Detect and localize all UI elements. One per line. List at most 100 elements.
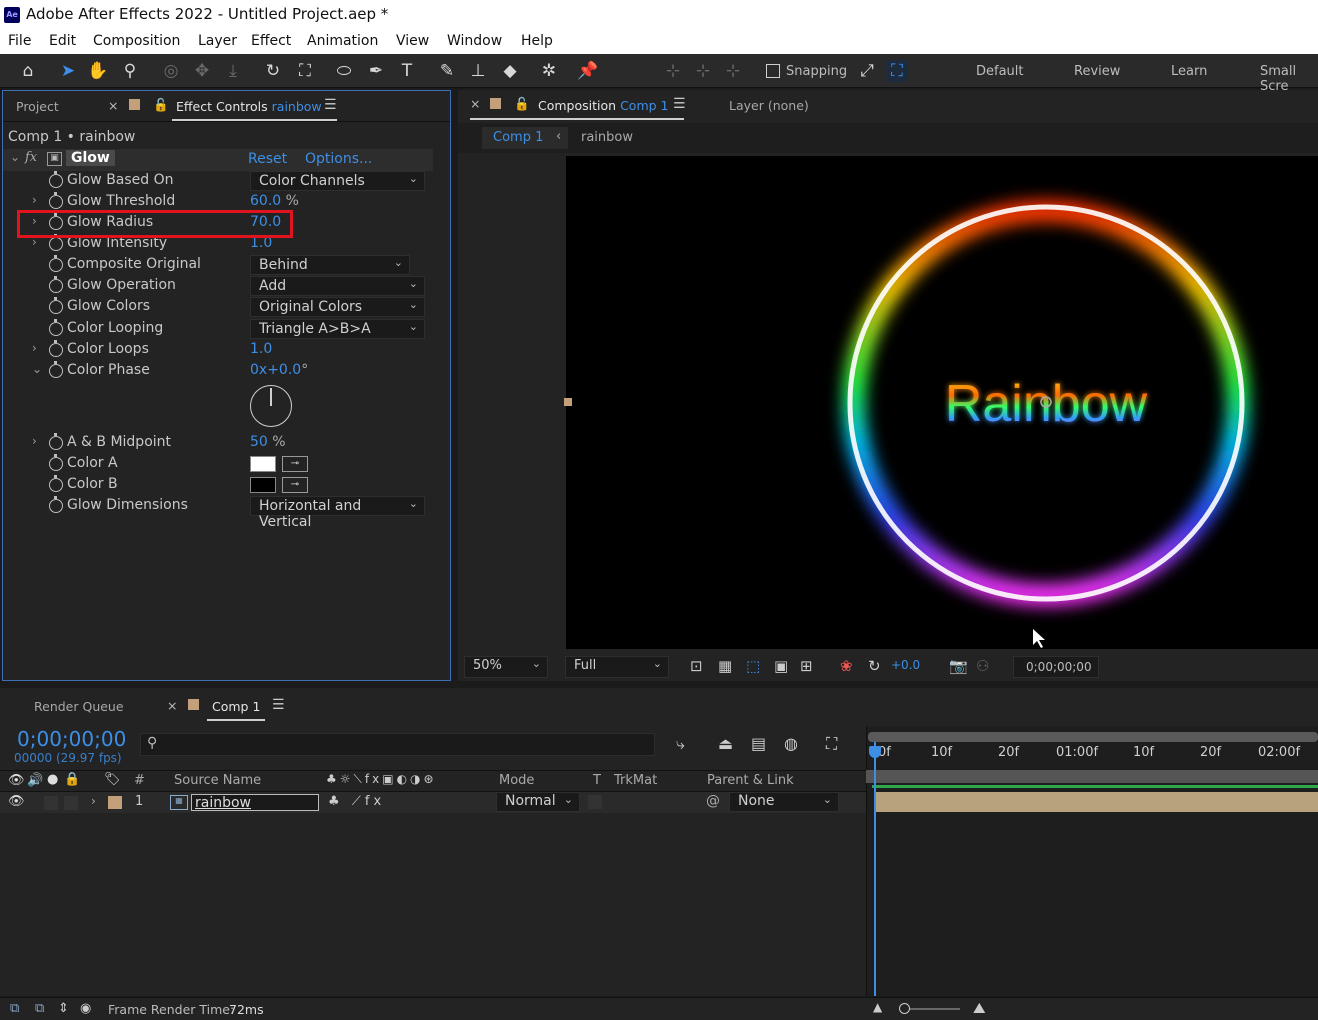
parent-dropdown[interactable]: None ⌄ xyxy=(729,792,839,812)
blend-mode-dropdown[interactable]: Normal ⌄ xyxy=(496,792,580,812)
column-source-name[interactable]: Source Name xyxy=(174,773,261,788)
fx-icon[interactable]: fx xyxy=(25,150,37,165)
close-icon[interactable]: × xyxy=(167,698,177,713)
eye-icon[interactable]: 👁 xyxy=(8,794,25,809)
glow-based-on-dropdown[interactable]: Color Channels ⌄ xyxy=(250,171,425,191)
breadcrumb-comp1[interactable]: Comp 1 ‹ xyxy=(482,127,568,149)
frame-blending-icon[interactable]: ▤ xyxy=(751,734,766,753)
color-looping-dropdown[interactable]: Triangle A>B>A ⌄ xyxy=(250,319,425,339)
snapping-checkbox[interactable] xyxy=(766,64,780,78)
stopwatch-icon[interactable] xyxy=(49,192,63,209)
hand-tool-icon[interactable]: ✋ xyxy=(87,60,109,82)
stopwatch-icon[interactable] xyxy=(49,276,63,293)
tab-layer[interactable]: Layer (none) xyxy=(729,98,809,113)
menu-animation[interactable]: Animation xyxy=(307,33,378,49)
mask-visibility-icon[interactable]: ⬚ xyxy=(746,657,760,675)
chevron-right-icon[interactable]: › xyxy=(32,193,37,207)
stopwatch-icon[interactable] xyxy=(49,496,63,513)
home-icon[interactable]: ⌂ xyxy=(17,60,39,82)
shy-layers-icon[interactable]: ⏏ xyxy=(718,734,733,753)
workspace-default[interactable]: Default xyxy=(976,64,1024,79)
chevron-down-icon[interactable]: ⌄ xyxy=(10,150,20,164)
options-link[interactable]: Options... xyxy=(305,151,372,167)
layer-handle[interactable] xyxy=(564,398,572,406)
world-axis-icon[interactable]: ⊹ xyxy=(692,60,714,82)
composition-flowchart-icon[interactable]: ⤷ xyxy=(676,734,685,754)
zoom-dropdown[interactable]: 50% ⌄ xyxy=(464,656,548,678)
stopwatch-icon[interactable] xyxy=(49,319,63,336)
tab-render-queue[interactable]: Render Queue xyxy=(34,699,124,714)
stopwatch-icon[interactable] xyxy=(49,475,63,492)
tab-composition[interactable]: Composition Comp 1 xyxy=(538,98,668,113)
chevron-right-icon[interactable]: › xyxy=(32,434,37,448)
layer-row[interactable]: 👁 › 1 ▦ rainbow ♣ ⟋fx Normal ⌄ @ None ⌄ xyxy=(0,792,866,813)
layer-duration-bar[interactable] xyxy=(876,792,1318,812)
color-phase-value[interactable]: 0x+0.0° xyxy=(250,362,308,378)
close-icon[interactable]: × xyxy=(470,96,480,111)
menu-edit[interactable]: Edit xyxy=(49,33,76,49)
panel-menu-icon[interactable]: ☰ xyxy=(272,697,285,713)
layer-switches-toggle-icon[interactable]: ⧉ xyxy=(10,1001,19,1016)
color-channels-icon[interactable]: ❀ xyxy=(840,657,853,675)
exposure-value[interactable]: +0.0 xyxy=(891,658,920,672)
panel-menu-icon[interactable]: ☰ xyxy=(324,97,337,113)
zoom-slider-thumb[interactable] xyxy=(899,1003,910,1014)
layer-switches[interactable]: ♣ ⟋fx xyxy=(328,794,385,809)
solo-icon[interactable]: ● xyxy=(47,772,58,787)
view-axis-icon[interactable]: ⊹ xyxy=(722,60,744,82)
pen-tool-icon[interactable]: ✒ xyxy=(365,60,387,82)
local-axis-icon[interactable]: ⊹ xyxy=(662,60,684,82)
panel-menu-icon[interactable]: ☰ xyxy=(673,96,686,112)
color-b-swatch[interactable] xyxy=(250,477,276,493)
menu-view[interactable]: View xyxy=(396,33,429,49)
lock-icon[interactable]: 🔓 xyxy=(153,97,169,113)
workspace-review[interactable]: Review xyxy=(1074,64,1120,79)
label-tag-icon[interactable]: 🏷 xyxy=(104,772,121,787)
workspace-learn[interactable]: Learn xyxy=(1171,64,1207,79)
region-of-interest-icon[interactable]: ▣ xyxy=(774,657,788,675)
expand-panel-icon[interactable]: ⛶ xyxy=(886,60,908,82)
zoom-tool-icon[interactable]: ⚲ xyxy=(119,60,141,82)
grid-guides-icon[interactable]: ⊞ xyxy=(800,657,813,675)
chevron-right-icon[interactable]: › xyxy=(32,341,37,355)
menu-help[interactable]: Help xyxy=(521,33,553,49)
snapshot-camera-icon[interactable]: 📷 xyxy=(949,657,968,675)
menu-composition[interactable]: Composition xyxy=(93,33,180,49)
tab-effect-controls[interactable]: Effect Controls rainbow xyxy=(176,99,322,114)
column-parent-link[interactable]: Parent & Link xyxy=(707,773,794,788)
in-out-icon[interactable]: ⇕ xyxy=(58,1001,69,1016)
label-color-swatch[interactable] xyxy=(108,796,122,809)
type-tool-icon[interactable]: T xyxy=(396,60,418,82)
stopwatch-icon[interactable] xyxy=(49,171,63,188)
selection-tool-icon[interactable]: ➤ xyxy=(57,60,79,82)
clone-stamp-icon[interactable]: ⊥ xyxy=(467,60,489,82)
pick-whip-icon[interactable]: @ xyxy=(706,793,720,809)
eyedropper-icon[interactable]: ⊸ xyxy=(282,477,308,493)
effect-name[interactable]: Glow xyxy=(66,150,115,166)
solo-toggle[interactable] xyxy=(44,796,58,810)
menu-file[interactable]: File xyxy=(8,33,31,49)
stopwatch-icon[interactable] xyxy=(49,234,63,251)
current-time-indicator[interactable] xyxy=(874,742,876,996)
reset-link[interactable]: Reset xyxy=(248,151,287,167)
ellipse-tool-icon[interactable]: ⬭ xyxy=(333,60,355,82)
work-area-bar[interactable] xyxy=(868,732,1318,742)
pan-behind-tool-icon[interactable]: ⛶ xyxy=(294,60,316,82)
stopwatch-icon[interactable] xyxy=(49,454,63,471)
motion-blur-icon[interactable]: ◍ xyxy=(784,734,798,753)
puppet-pin-icon[interactable]: 📌 xyxy=(577,60,599,82)
menu-effect[interactable]: Effect xyxy=(251,33,291,49)
reset-exposure-icon[interactable]: ↻ xyxy=(868,657,881,675)
graph-editor-icon[interactable]: ⛶ xyxy=(826,734,837,754)
transfer-controls-icon[interactable]: ⧉ xyxy=(35,1001,44,1016)
color-phase-dial[interactable] xyxy=(250,385,292,427)
glow-colors-dropdown[interactable]: Original Colors ⌄ xyxy=(250,297,425,317)
composition-canvas[interactable]: Rainbow Rainbow xyxy=(566,156,1318,649)
show-snapshot-icon[interactable]: ⚇ xyxy=(976,657,989,675)
glow-operation-dropdown[interactable]: Add ⌄ xyxy=(250,276,425,296)
chevron-down-icon[interactable]: ⌄ xyxy=(32,362,42,376)
column-trkmat[interactable]: TrkMat xyxy=(614,773,657,788)
eye-icon[interactable]: 👁 xyxy=(8,773,25,788)
color-a-swatch[interactable] xyxy=(250,456,276,472)
close-icon[interactable]: × xyxy=(108,98,118,113)
